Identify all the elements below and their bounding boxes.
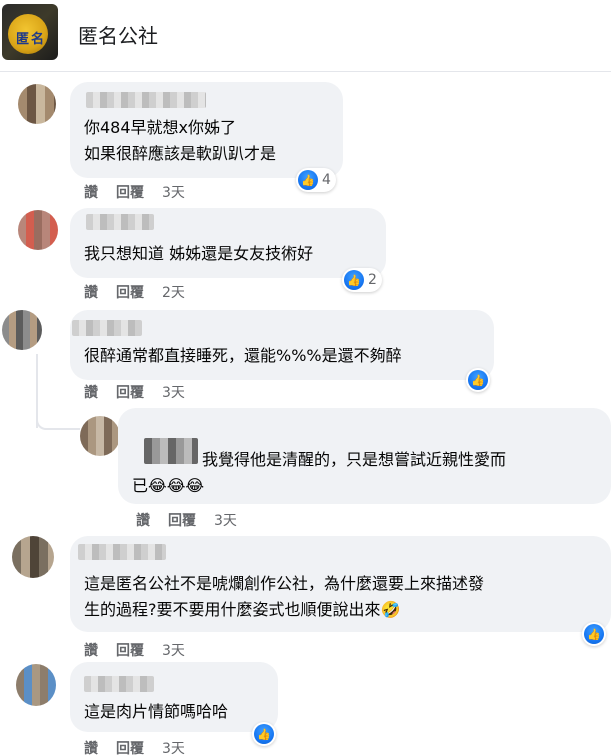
comment-actions: 讚 回覆 2天 [84,282,185,302]
group-header: 匿名 匿名公社 [0,0,611,72]
comment-timestamp[interactable]: 2天 [162,282,185,302]
commenter-avatar[interactable] [80,416,120,456]
reply-button[interactable]: 回覆 [116,182,144,202]
thumbs-up-icon: 👍 [298,170,318,190]
commenter-avatar[interactable] [18,210,58,250]
comment-actions: 讚 回覆 3天 [84,182,185,202]
thumbs-up-icon: 👍 [344,270,364,290]
reaction-summary[interactable]: 👍 2 [342,268,382,292]
commenter-avatar[interactable] [2,310,42,350]
like-button[interactable]: 讚 [136,510,150,530]
comment-text-line: 已😂😂😂 [132,476,205,495]
commenter-avatar[interactable] [18,84,56,124]
commenter-name[interactable] [72,320,142,336]
reply-button[interactable]: 回覆 [116,282,144,302]
reply-button[interactable]: 回覆 [116,382,144,402]
comment-bubble: 我覺得他是清醒的，只是想嘗試近親性愛而 已😂😂😂 [118,408,611,504]
comment-text-line: 很醉通常都直接睡死，還能%%%是還不夠醉 [84,346,402,365]
comment-actions: 讚 回覆 3天 [84,738,185,755]
comment-actions: 讚 回覆 3天 [84,640,185,660]
comment-timestamp[interactable]: 3天 [162,382,185,402]
like-button[interactable]: 讚 [84,282,98,302]
comment-bubble: 這是肉片情節嗎哈哈 [70,662,278,732]
comment-timestamp[interactable]: 3天 [214,510,237,530]
comment-text-line: 這是匿名公社不是唬爛創作公社，為什麼還要上來描述發 [84,574,485,593]
comment-actions: 讚 回覆 3天 [84,382,185,402]
like-button[interactable]: 讚 [84,182,98,202]
comment-actions: 讚 回覆 3天 [136,510,237,530]
reaction-summary[interactable]: 👍 4 [296,168,336,192]
commenter-name[interactable] [86,214,154,230]
reaction-count: 4 [322,172,331,188]
reaction-summary[interactable]: 👍 [582,622,606,646]
like-button[interactable]: 讚 [84,382,98,402]
reaction-count: 2 [368,272,377,288]
comment-text-line: 你484早就想x你姊了 [84,118,237,137]
reply-button[interactable]: 回覆 [116,738,144,755]
thumbs-up-icon: 👍 [254,724,274,744]
reaction-summary[interactable]: 👍 [252,722,276,746]
commenter-avatar[interactable] [16,664,56,706]
commenter-avatar[interactable] [12,536,54,578]
comment-timestamp[interactable]: 3天 [162,640,185,660]
commenter-name[interactable] [86,92,206,108]
comment-timestamp[interactable]: 3天 [162,182,185,202]
like-button[interactable]: 讚 [84,640,98,660]
comment-timestamp[interactable]: 3天 [162,738,185,755]
comment-text-line: 生的過程?要不要用什麼姿式也順便說出來🤣 [84,600,401,619]
comment-bubble: 很醉通常都直接睡死，還能%%%是還不夠醉 [70,310,494,380]
comment-text-line: 我只想知道 姊姊還是女友技術好 [84,244,314,263]
thumbs-up-icon: 👍 [468,370,488,390]
thumbs-up-icon: 👍 [584,624,604,644]
commenter-name[interactable] [78,544,166,560]
like-button[interactable]: 讚 [84,738,98,755]
comment-bubble: 這是匿名公社不是唬爛創作公社，為什麼還要上來描述發 生的過程?要不要用什麼姿式也… [70,536,611,632]
group-logo-text: 匿名 [16,32,47,47]
comment-text-line: 這是肉片情節嗎哈哈 [84,702,229,721]
reply-button[interactable]: 回覆 [116,640,144,660]
commenter-name[interactable] [84,676,154,692]
comment-text-line: 我覺得他是清醒的，只是想嘗試近親性愛而 [202,450,507,469]
group-avatar[interactable]: 匿名 [2,4,58,60]
reply-button[interactable]: 回覆 [168,510,196,530]
comment-text-line: 如果很醉應該是軟趴趴才是 [84,144,277,163]
comment-bubble: 你484早就想x你姊了 如果很醉應該是軟趴趴才是 [70,82,343,178]
group-name[interactable]: 匿名公社 [78,20,158,49]
comment-bubble: 我只想知道 姊姊還是女友技術好 [70,208,386,278]
commenter-name[interactable] [144,438,198,464]
thread-connector-curve [36,410,80,430]
reaction-summary[interactable]: 👍 [466,368,490,392]
